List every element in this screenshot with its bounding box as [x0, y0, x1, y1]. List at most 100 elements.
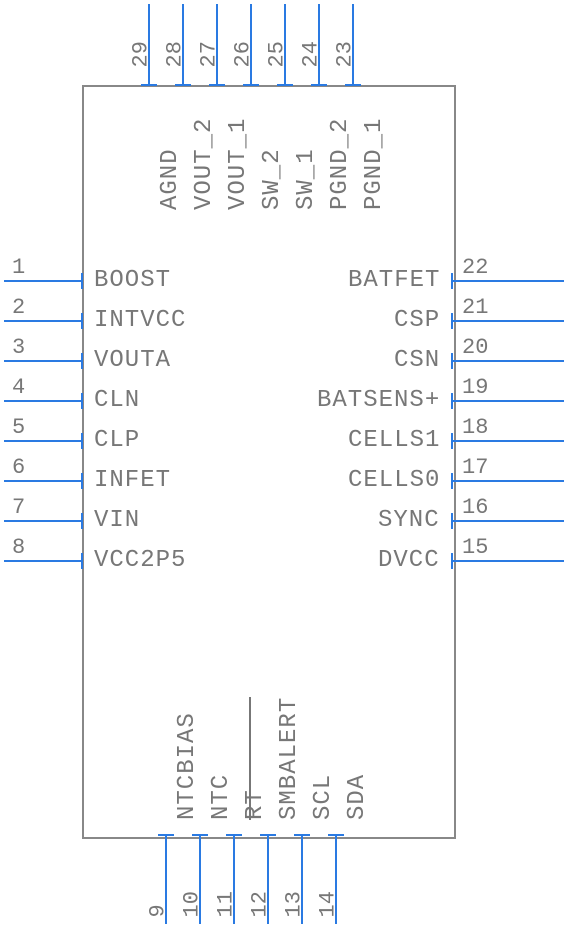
pin-lead-left-7 — [4, 520, 82, 522]
pin-tick-right-19 — [451, 393, 453, 409]
pin-tick-right-21 — [451, 313, 453, 329]
pin-lead-left-4 — [4, 400, 82, 402]
pin-tick-left-6 — [81, 473, 83, 489]
pin-lead-left-1 — [4, 280, 82, 282]
pin-tick-right-16 — [451, 513, 453, 529]
pin-number-left-7: 7 — [12, 495, 25, 520]
pin-tick-left-4 — [81, 393, 83, 409]
pin-label-bottom-11: RT — [242, 789, 269, 820]
pin-lead-right-16 — [452, 520, 564, 522]
pin-number-right-18: 18 — [462, 415, 488, 440]
pin-lead-left-8 — [4, 560, 82, 562]
pin-number-right-16: 16 — [462, 495, 488, 520]
pin-lead-right-17 — [452, 480, 564, 482]
pin-label-left-3: VOUTA — [94, 347, 171, 374]
pin-label-left-5: CLP — [94, 427, 140, 454]
pin-tick-top-28 — [175, 84, 191, 86]
pin-tick-bottom-10 — [192, 834, 208, 836]
pin-number-left-2: 2 — [12, 295, 25, 320]
pin-tick-left-3 — [81, 353, 83, 369]
pin-label-top-28: VOUT_2 — [191, 118, 218, 210]
overline-12 — [249, 697, 251, 820]
pin-number-left-1: 1 — [12, 255, 25, 280]
pin-label-top-27: VOUT_1 — [225, 118, 252, 210]
pin-number-bottom-11: 11 — [214, 888, 239, 918]
pin-number-bottom-10: 10 — [180, 888, 205, 918]
pin-tick-bottom-11 — [226, 834, 242, 836]
pin-tick-right-15 — [451, 553, 453, 569]
pin-tick-right-18 — [451, 433, 453, 449]
pin-label-left-2: INTVCC — [94, 307, 186, 334]
pin-label-right-16: SYNC — [378, 507, 440, 534]
pin-label-left-7: VIN — [94, 507, 140, 534]
pin-lead-right-18 — [452, 440, 564, 442]
pin-lead-left-6 — [4, 480, 82, 482]
pin-tick-left-8 — [81, 553, 83, 569]
pin-label-right-20: CSN — [394, 347, 440, 374]
pin-lead-right-15 — [452, 560, 564, 562]
pin-tick-left-7 — [81, 513, 83, 529]
pin-label-left-8: VCC2P5 — [94, 547, 186, 574]
pin-label-left-1: BOOST — [94, 267, 171, 294]
pin-label-left-4: CLN — [94, 387, 140, 414]
pin-label-bottom-14: SDA — [344, 774, 371, 820]
pin-number-left-3: 3 — [12, 335, 25, 360]
pin-number-top-24: 24 — [299, 38, 324, 68]
pin-number-right-21: 21 — [462, 295, 488, 320]
pin-tick-right-20 — [451, 353, 453, 369]
pin-label-right-17: CELLS0 — [348, 467, 440, 494]
pin-label-bottom-12: SMBALERT — [276, 697, 303, 820]
pin-lead-left-5 — [4, 440, 82, 442]
pin-number-right-19: 19 — [462, 375, 488, 400]
pin-number-bottom-14: 14 — [316, 888, 341, 918]
pin-tick-right-17 — [451, 473, 453, 489]
pin-tick-top-25 — [277, 84, 293, 86]
pin-tick-left-2 — [81, 313, 83, 329]
pin-number-right-17: 17 — [462, 455, 488, 480]
pin-tick-top-23 — [345, 84, 361, 86]
pin-number-bottom-13: 13 — [282, 888, 307, 918]
pin-number-left-8: 8 — [12, 535, 25, 560]
pin-number-right-15: 15 — [462, 535, 488, 560]
pin-label-right-15: DVCC — [378, 547, 440, 574]
pin-lead-right-21 — [452, 320, 564, 322]
pin-number-top-29: 29 — [129, 38, 154, 68]
pin-number-left-6: 6 — [12, 455, 25, 480]
pin-lead-right-20 — [452, 360, 564, 362]
pin-lead-right-19 — [452, 400, 564, 402]
pin-lead-left-3 — [4, 360, 82, 362]
pin-label-right-18: CELLS1 — [348, 427, 440, 454]
pin-number-top-28: 28 — [163, 38, 188, 68]
pin-tick-bottom-13 — [294, 834, 310, 836]
pin-tick-right-22 — [451, 273, 453, 289]
pin-label-top-24: PGND_2 — [327, 118, 354, 210]
pin-number-top-26: 26 — [231, 38, 256, 68]
pin-label-top-26: SW_2 — [259, 148, 286, 210]
pin-tick-bottom-9 — [158, 834, 174, 836]
pin-tick-top-27 — [209, 84, 225, 86]
pin-label-right-21: CSP — [394, 307, 440, 334]
pin-lead-left-2 — [4, 320, 82, 322]
pin-tick-top-29 — [141, 84, 157, 86]
pin-label-right-22: BATFET — [348, 267, 440, 294]
pin-number-right-20: 20 — [462, 335, 488, 360]
pin-tick-left-1 — [81, 273, 83, 289]
pin-label-top-29: AGND — [157, 148, 184, 210]
pin-number-top-27: 27 — [197, 38, 222, 68]
pin-label-right-19: BATSENS+ — [317, 387, 440, 414]
pin-number-top-25: 25 — [265, 38, 290, 68]
pin-number-left-5: 5 — [12, 415, 25, 440]
pin-number-top-23: 23 — [333, 38, 358, 68]
pin-tick-bottom-12 — [260, 834, 276, 836]
pin-label-top-25: SW_1 — [293, 148, 320, 210]
pin-tick-left-5 — [81, 433, 83, 449]
pin-number-bottom-12: 12 — [248, 888, 273, 918]
pin-tick-bottom-14 — [328, 834, 344, 836]
pin-tick-top-24 — [311, 84, 327, 86]
pin-label-top-23: PGND_1 — [361, 118, 388, 210]
pin-tick-top-26 — [243, 84, 259, 86]
pin-number-bottom-9: 9 — [146, 888, 171, 918]
pin-number-right-22: 22 — [462, 255, 488, 280]
pin-label-bottom-10: NTC — [208, 774, 235, 820]
pin-lead-right-22 — [452, 280, 564, 282]
